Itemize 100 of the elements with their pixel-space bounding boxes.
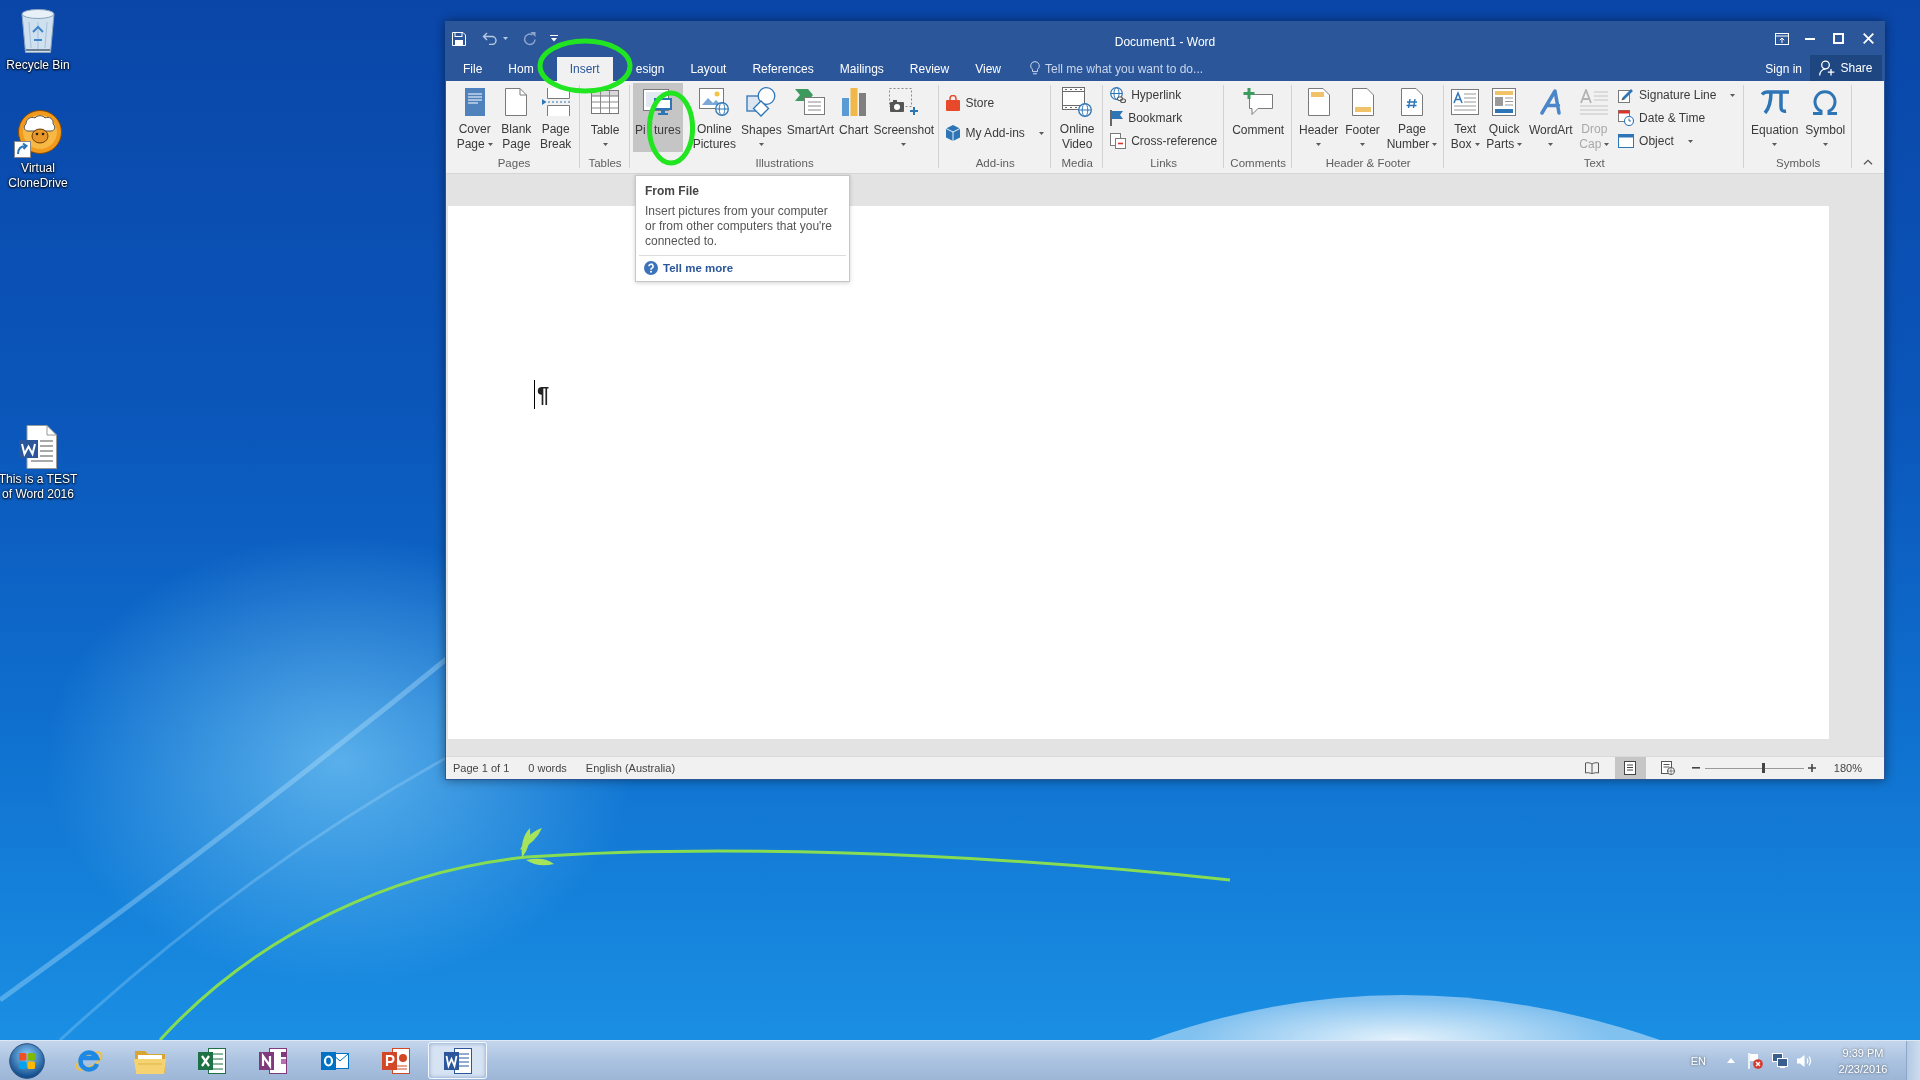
view-button[interactable]: [1614, 757, 1646, 779]
text-cursor: [534, 380, 535, 409]
omega-icon: [1812, 89, 1839, 115]
ribbon-button[interactable]: Shapes: [739, 83, 784, 152]
ribbon-button[interactable]: Footer: [1343, 83, 1382, 152]
ribbon-button[interactable]: Online Video: [1057, 83, 1097, 152]
ribbon-button[interactable]: My Add-ins: [942, 122, 1048, 145]
page-count-text[interactable]: Page 1 of 1: [453, 762, 510, 774]
language-text[interactable]: English (Australia): [585, 762, 676, 774]
cover-page-icon: [464, 87, 485, 116]
ribbon-tab[interactable]: Layout: [677, 57, 740, 81]
ribbon-button[interactable]: Comment: [1230, 83, 1287, 152]
recycle-bin-icon: [20, 8, 56, 54]
ribbon-tab[interactable]: Insert: [556, 57, 613, 81]
ribbon-tab[interactable]: Hom: [495, 57, 547, 81]
presentation-icon: [382, 1047, 411, 1074]
word-count-text[interactable]: 0 words: [528, 762, 567, 774]
web-layout-icon: [1661, 761, 1676, 775]
page-layout-icon: [1624, 761, 1637, 775]
drop-cap-icon: [1580, 88, 1609, 115]
desktop-shortcut[interactable]: This is a TEST of Word 2016: [0, 425, 80, 502]
document-icon: [19, 425, 57, 469]
group-label: Links: [1150, 156, 1178, 171]
ribbon-tab[interactable]: File: [450, 57, 496, 81]
ribbon-button[interactable]: Cross-reference: [1106, 130, 1222, 152]
ribbon-button[interactable]: Chart: [837, 83, 871, 152]
group-label: Add-ins: [975, 156, 1015, 171]
save-icon[interactable]: [452, 31, 466, 46]
book-icon: [1585, 762, 1600, 774]
maximize-icon[interactable]: [1833, 33, 1844, 44]
shapes-icon: [746, 87, 777, 117]
pi-icon: [1760, 90, 1789, 114]
comment-plus-icon: [1243, 88, 1274, 116]
undo-icon[interactable]: [482, 32, 497, 45]
ribbon-button[interactable]: Cover Page: [454, 83, 495, 152]
ribbon-button[interactable]: Blank Page: [499, 83, 534, 152]
ribbon-button[interactable]: SmartArt: [784, 83, 837, 152]
zoom-level-text[interactable]: 180%: [1833, 762, 1862, 774]
paragraph-mark: ¶: [537, 384, 550, 406]
ribbon-button[interactable]: Quick Parts: [1484, 83, 1525, 152]
ribbon-button[interactable]: Table: [588, 83, 622, 152]
shopping-bag-icon: [946, 94, 961, 111]
ribbon-button[interactable]: Signature Line: [1614, 84, 1740, 106]
group-label: Text: [1583, 156, 1605, 171]
close-icon[interactable]: [1863, 33, 1874, 44]
zoom-slider-thumb[interactable]: [1761, 763, 1765, 773]
collapse-caret-icon[interactable]: [1863, 159, 1873, 165]
ribbon-button[interactable]: Equation: [1749, 83, 1801, 152]
group-label: Pages: [497, 156, 531, 171]
flag-alert-icon[interactable]: [1747, 1052, 1763, 1069]
network-icon[interactable]: [1772, 1053, 1788, 1068]
ribbon-tab[interactable]: Review: [896, 57, 963, 81]
page-break-icon: [541, 87, 570, 116]
ribbon-button[interactable]: Online Pictures: [690, 83, 739, 152]
table-icon: [591, 90, 619, 114]
wordart-icon: [1539, 89, 1562, 115]
share-button[interactable]: Share: [1810, 55, 1882, 81]
globe-link-icon: [1110, 87, 1127, 103]
group-label: Media: [1061, 156, 1093, 171]
picture-globe-icon: [699, 87, 730, 116]
ribbon-button[interactable]: Store: [942, 91, 999, 114]
redo-icon[interactable]: [523, 31, 537, 46]
page-header-icon: [1307, 88, 1330, 116]
ribbon-button[interactable]: Bookmark: [1106, 107, 1187, 129]
group-label: Tables: [588, 156, 622, 171]
taskbar-button[interactable]: [428, 1042, 488, 1079]
camera-icon: [888, 88, 919, 116]
caret-icon[interactable]: [503, 37, 508, 40]
ribbon-tab[interactable]: Mailings: [826, 57, 897, 81]
desktop-shortcut[interactable]: Virtual CloneDrive: [0, 110, 80, 191]
tell-me-field[interactable]: Tell me what you want to do...: [1044, 57, 1235, 81]
help-icon: [644, 261, 658, 275]
ribbon-button[interactable]: Date & Time: [1614, 107, 1710, 129]
ribbon-button[interactable]: Text Box: [1448, 83, 1482, 152]
disc-shortcut-icon: [14, 110, 62, 158]
ribbon-button[interactable]: Page Number: [1384, 83, 1440, 152]
page-number-icon: [1401, 87, 1423, 116]
ribbon-button[interactable]: WordArt: [1526, 83, 1575, 152]
ribbon-display-icon[interactable]: [1775, 32, 1789, 45]
zoom-in-icon[interactable]: [1807, 764, 1816, 772]
notebook-icon: [259, 1047, 288, 1074]
ribbon-tab[interactable]: References: [739, 57, 827, 81]
customize-caret-icon[interactable]: [550, 35, 558, 42]
tooltip-text: Insert pictures from your computer or from other computers that you're connected to.: [644, 204, 834, 249]
ribbon-button[interactable]: Object: [1614, 130, 1697, 152]
ribbon-button[interactable]: Page Break: [538, 83, 574, 152]
spreadsheet-icon: [197, 1047, 226, 1074]
ribbon-button[interactable]: Header: [1297, 83, 1341, 152]
desktop-shortcut[interactable]: Recycle Bin: [0, 8, 80, 73]
ribbon-tab[interactable]: esign: [622, 57, 678, 81]
ribbon-button[interactable]: Hyperlink: [1106, 84, 1186, 106]
ribbon-button[interactable]: Screenshot: [871, 83, 937, 152]
cross-reference-icon: [1110, 133, 1127, 149]
tell-me-more-link[interactable]: Tell me more: [663, 262, 734, 274]
sign-in-link[interactable]: Sign in: [1765, 57, 1802, 81]
ribbon-button[interactable]: Symbol: [1803, 83, 1848, 152]
group-label: Illustrations: [755, 156, 814, 171]
pen-page-icon: [1618, 87, 1635, 103]
minimize-icon[interactable]: [1805, 37, 1815, 40]
ribbon-tab[interactable]: View: [962, 57, 1014, 81]
